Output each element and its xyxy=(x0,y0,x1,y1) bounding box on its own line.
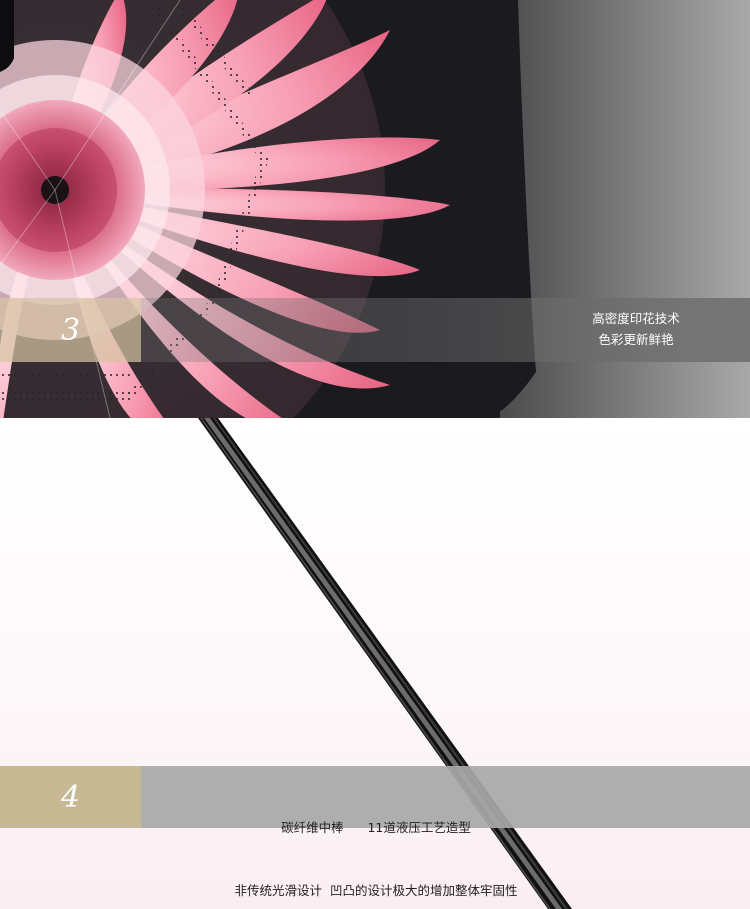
section-3-printing: 3 高密度印花技术 色彩更新鲜艳 xyxy=(0,0,750,418)
section-4-shaft: 4 碳纤维中棒 11道液压工艺造型 非传统光滑设计 凹凸的设计极大的增加整体牢固… xyxy=(0,418,750,909)
feature-text-area-3: 高密度印花技术 色彩更新鲜艳 xyxy=(141,298,750,362)
feature-number-3: 3 xyxy=(0,298,141,362)
feature-description-4: 碳纤维中棒 11道液压工艺造型 非传统光滑设计 凹凸的设计极大的增加整体牢固性 xyxy=(141,775,611,909)
feature-band-3: 3 高密度印花技术 色彩更新鲜艳 xyxy=(0,298,750,362)
feature-number-4: 4 xyxy=(0,766,141,828)
feature-line: 色彩更新鲜艳 xyxy=(598,332,674,347)
feature-text-area-4: 碳纤维中棒 11道液压工艺造型 非传统光滑设计 凹凸的设计极大的增加整体牢固性 xyxy=(141,766,750,898)
feature-line: 高密度印花技术 xyxy=(592,311,680,326)
feature-line: 碳纤维中棒 11道液压工艺造型 xyxy=(281,820,471,835)
feature-line: 非传统光滑设计 凹凸的设计极大的增加整体牢固性 xyxy=(234,883,518,898)
feature-description-3: 高密度印花技术 色彩更新鲜艳 xyxy=(526,308,746,350)
feature-band-4: 4 碳纤维中棒 11道液压工艺造型 非传统光滑设计 凹凸的设计极大的增加整体牢固… xyxy=(0,766,750,898)
